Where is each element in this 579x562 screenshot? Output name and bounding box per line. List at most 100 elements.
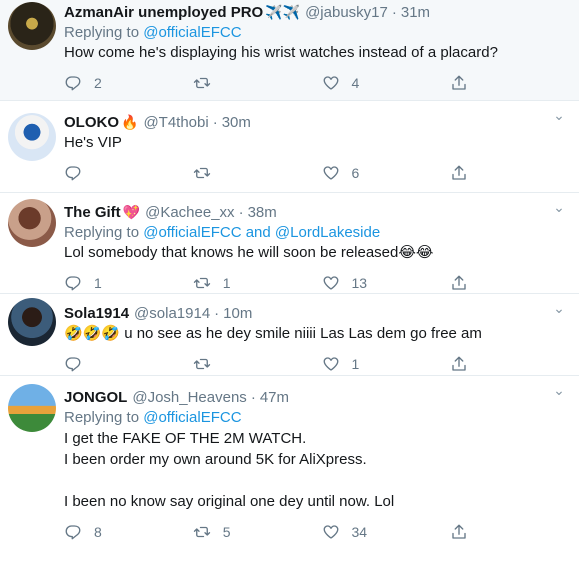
chevron-down-icon[interactable]: ⌄ — [551, 300, 567, 316]
like-button[interactable]: 4 — [322, 74, 451, 92]
tweet-actions: 1 — [64, 353, 579, 375]
retweet-count: 1 — [222, 275, 231, 291]
share-button[interactable] — [450, 274, 579, 292]
heart-icon — [323, 525, 338, 539]
tweet[interactable]: ⌄ JONGOL @Josh_Heavens · 47m Replying to… — [0, 376, 579, 562]
tweet-header: AzmanAir unemployed PRO ✈️✈️ @jabusky17 … — [64, 1, 579, 23]
like-button[interactable]: 34 — [322, 523, 451, 541]
reply-feed: AzmanAir unemployed PRO ✈️✈️ @jabusky17 … — [0, 0, 579, 562]
like-button[interactable]: 6 — [322, 164, 451, 182]
reply-button[interactable]: 8 — [64, 523, 193, 541]
tweet-header: OLOKO 🔥 @T4thobi · 30m — [64, 111, 579, 133]
avatar[interactable] — [8, 199, 56, 247]
user-handle[interactable]: @sola1914 — [134, 305, 210, 322]
retweet-icon — [193, 167, 210, 179]
display-name[interactable]: Sola1914 — [64, 305, 129, 322]
display-name[interactable]: OLOKO — [64, 114, 119, 131]
share-icon — [452, 165, 466, 180]
separator-dot: · — [214, 304, 220, 322]
like-count: 4 — [351, 75, 360, 91]
tweet-actions: 2 4 — [64, 72, 579, 94]
retweet-button[interactable] — [193, 74, 322, 92]
tweet-actions: 6 — [64, 162, 579, 184]
chevron-down-icon[interactable]: ⌄ — [551, 107, 567, 123]
like-button[interactable]: 1 — [322, 355, 451, 373]
replying-to: Replying to @officialEFCC and @LordLakes… — [64, 223, 579, 243]
share-icon — [452, 275, 466, 290]
retweet-button[interactable]: 1 — [193, 274, 322, 292]
reply-button[interactable] — [64, 164, 193, 182]
timestamp[interactable]: 10m — [223, 305, 252, 322]
replying-to-label: Replying to — [64, 409, 140, 426]
replying-to-label: Replying to — [64, 24, 140, 41]
share-button[interactable] — [450, 523, 579, 541]
retweet-button[interactable]: 5 — [193, 523, 322, 541]
like-count: 6 — [351, 165, 360, 181]
user-handle[interactable]: @jabusky17 — [305, 4, 388, 21]
mention-link[interactable]: @officialEFCC — [143, 224, 241, 241]
chevron-down-icon[interactable]: ⌄ — [551, 199, 567, 215]
retweet-button[interactable] — [193, 164, 322, 182]
tweet[interactable]: AzmanAir unemployed PRO ✈️✈️ @jabusky17 … — [0, 0, 579, 101]
share-button[interactable] — [450, 164, 579, 182]
mention-link[interactable]: @officialEFCC — [143, 409, 241, 426]
timestamp[interactable]: 38m — [248, 204, 277, 221]
share-button[interactable] — [450, 74, 579, 92]
tweet-actions: 8 5 34 — [64, 521, 579, 543]
user-handle[interactable]: @T4thobi — [143, 114, 208, 131]
avatar[interactable] — [8, 384, 56, 432]
tweet-text: He's VIP — [64, 134, 122, 151]
tweet[interactable]: ⌄ OLOKO 🔥 @T4thobi · 30m He's VIP 6 — [0, 101, 579, 193]
like-count: 1 — [351, 356, 360, 372]
mention-link[interactable]: @officialEFCC — [143, 24, 241, 41]
avatar[interactable] — [8, 298, 56, 346]
tweet-header: The Gift 💖 @Kachee_xx · 38m — [64, 201, 579, 223]
reply-button[interactable]: 1 — [64, 274, 193, 292]
tweet-text: How come he's displaying his wrist watch… — [64, 44, 498, 61]
reply-count: 8 — [94, 524, 102, 540]
name-emoji: ✈️✈️ — [265, 3, 301, 20]
chevron-down-icon[interactable]: ⌄ — [551, 382, 567, 398]
display-name[interactable]: AzmanAir unemployed PRO — [64, 4, 263, 21]
retweet-icon — [193, 77, 210, 89]
mention-link[interactable]: @LordLakeside — [275, 224, 380, 241]
tweet[interactable]: ⌄ Sola1914 @sola1914 · 10m 🤣🤣🤣 u no see … — [0, 294, 579, 376]
reply-icon — [65, 76, 81, 91]
replying-to: Replying to @officialEFCC — [64, 408, 579, 428]
separator-dot: · — [250, 388, 256, 406]
tweet-text: I get the FAKE OF THE 2M WATCH. I been o… — [64, 430, 395, 510]
retweet-button[interactable] — [193, 355, 322, 373]
tweet-actions: 1 1 13 — [64, 272, 579, 294]
user-handle[interactable]: @Josh_Heavens — [132, 389, 246, 406]
timestamp[interactable]: 30m — [222, 114, 251, 131]
display-name[interactable]: The Gift — [64, 204, 121, 221]
reply-button[interactable]: 2 — [64, 74, 193, 92]
heart-icon — [323, 276, 338, 290]
avatar[interactable] — [8, 113, 56, 161]
share-button[interactable] — [450, 355, 579, 373]
reply-icon — [65, 166, 81, 181]
reply-button[interactable] — [64, 355, 193, 373]
reply-count: 2 — [94, 75, 102, 91]
heart-icon — [323, 166, 338, 180]
heart-icon — [323, 357, 338, 371]
retweet-icon — [193, 358, 210, 370]
tweet-header: Sola1914 @sola1914 · 10m — [64, 302, 579, 324]
reply-icon — [65, 357, 81, 372]
reply-icon — [65, 276, 81, 291]
share-icon — [452, 75, 466, 90]
tweet-header: JONGOL @Josh_Heavens · 47m — [64, 386, 579, 408]
timestamp[interactable]: 31m — [401, 4, 430, 21]
display-name[interactable]: JONGOL — [64, 389, 127, 406]
like-count: 34 — [351, 524, 368, 540]
tweet-text: Lol somebody that knows he will soon be … — [64, 244, 434, 261]
like-button[interactable]: 13 — [322, 274, 451, 292]
reply-icon — [65, 525, 81, 540]
user-handle[interactable]: @Kachee_xx — [145, 204, 234, 221]
timestamp[interactable]: 47m — [260, 389, 289, 406]
separator-dot: · — [212, 113, 218, 131]
avatar[interactable] — [8, 2, 56, 50]
separator-dot: · — [238, 203, 244, 221]
tweet[interactable]: ⌄ The Gift 💖 @Kachee_xx · 38m Replying t… — [0, 193, 579, 294]
retweet-count: 5 — [222, 524, 231, 540]
